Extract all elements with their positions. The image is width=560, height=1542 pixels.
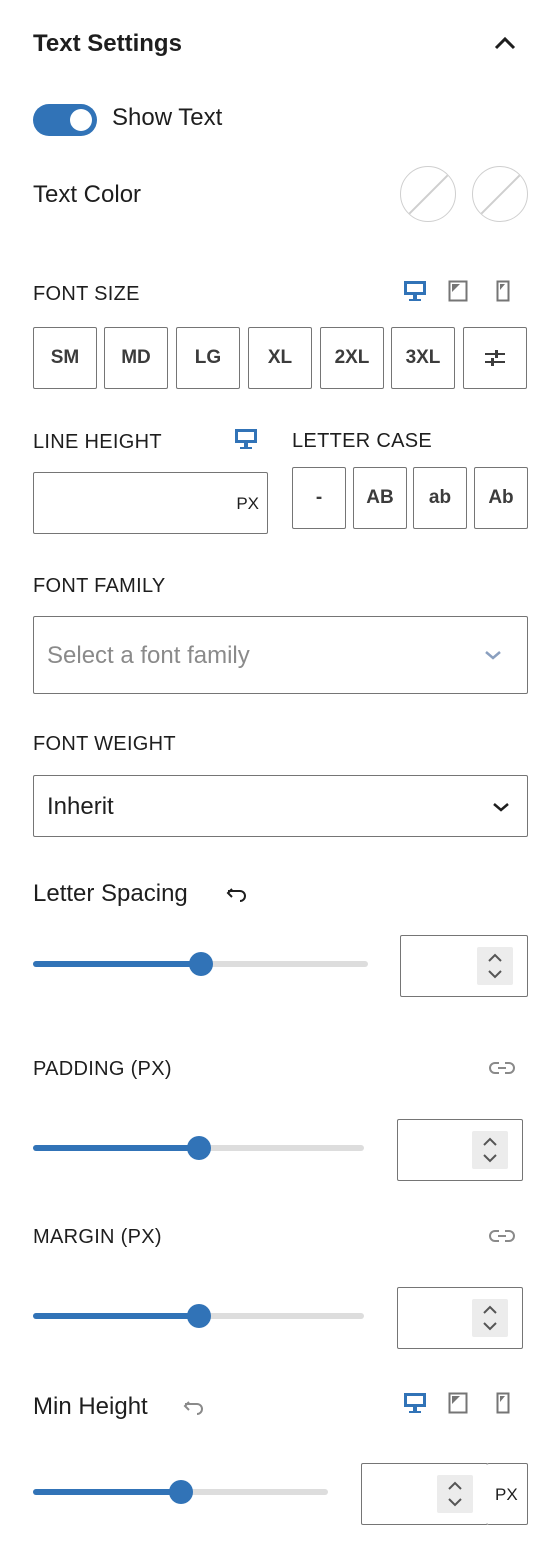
text-hover-color-swatch[interactable] xyxy=(472,166,528,222)
link-icon xyxy=(489,1062,515,1074)
margin-input[interactable] xyxy=(397,1287,523,1349)
min-height-stepper[interactable] xyxy=(437,1475,473,1513)
letter-spacing-fill xyxy=(33,961,201,967)
mobile-icon[interactable] xyxy=(496,280,510,302)
show-text-toggle[interactable] xyxy=(33,104,97,136)
link-padding-button[interactable] xyxy=(488,1058,516,1083)
reset-letter-spacing-button[interactable] xyxy=(226,884,248,909)
min-height-unit: PX xyxy=(495,1485,518,1504)
link-margin-button[interactable] xyxy=(488,1226,516,1251)
padding-thumb[interactable] xyxy=(187,1136,211,1160)
letter-case-label: LETTER CASE xyxy=(292,430,432,452)
mobile-icon[interactable] xyxy=(496,1392,510,1414)
padding-label: PADDING (PX) xyxy=(33,1058,172,1080)
font-size-xl-button[interactable]: XL xyxy=(248,327,312,389)
letter-spacing-thumb[interactable] xyxy=(189,952,213,976)
font-size-sm-button[interactable]: SM xyxy=(33,327,97,389)
letter-spacing-input[interactable] xyxy=(400,935,528,997)
font-weight-label: FONT WEIGHT xyxy=(33,733,176,755)
undo-icon xyxy=(226,888,246,902)
undo-icon xyxy=(183,1401,203,1415)
show-text-label: Show Text xyxy=(112,104,223,131)
custom-font-size-button[interactable] xyxy=(463,327,527,389)
text-color-label: Text Color xyxy=(33,181,142,208)
line-height-input[interactable]: PX xyxy=(33,472,268,534)
font-size-md-button[interactable]: MD xyxy=(104,327,168,389)
panel-title: Text Settings xyxy=(33,30,182,57)
font-family-label: FONT FAMILY xyxy=(33,575,166,597)
font-size-lg-button[interactable]: LG xyxy=(176,327,240,389)
desktop-icon[interactable] xyxy=(403,280,427,302)
font-size-label: FONT SIZE xyxy=(33,283,140,305)
font-size-3xl-button[interactable]: 3XL xyxy=(391,327,455,389)
chevron-down-icon xyxy=(485,651,501,660)
letter-case-upper-button[interactable]: AB xyxy=(353,467,407,529)
min-height-fill xyxy=(33,1489,181,1495)
font-weight-select[interactable]: Inherit xyxy=(33,775,528,837)
reset-min-height-button[interactable] xyxy=(183,1397,205,1422)
stepper-arrows-icon xyxy=(488,953,502,979)
font-family-placeholder: Select a font family xyxy=(47,642,250,669)
chevron-down-icon xyxy=(493,803,509,812)
stepper-arrows-icon xyxy=(483,1137,497,1163)
letter-case-capitalize-button[interactable]: Ab xyxy=(474,467,528,529)
margin-label: MARGIN (PX) xyxy=(33,1226,162,1248)
tablet-icon[interactable] xyxy=(448,280,468,302)
tablet-icon[interactable] xyxy=(448,1392,468,1414)
min-height-label: Min Height xyxy=(33,1393,148,1420)
margin-stepper[interactable] xyxy=(472,1299,508,1337)
toggle-knob xyxy=(70,109,92,131)
desktop-icon[interactable] xyxy=(403,1392,427,1414)
padding-stepper[interactable] xyxy=(472,1131,508,1169)
letter-spacing-stepper[interactable] xyxy=(477,947,513,985)
letter-case-lower-button[interactable]: ab xyxy=(413,467,467,529)
link-icon xyxy=(489,1230,515,1242)
margin-thumb[interactable] xyxy=(187,1304,211,1328)
min-height-thumb[interactable] xyxy=(169,1480,193,1504)
font-family-select[interactable]: Select a font family xyxy=(33,616,528,694)
font-size-2xl-button[interactable]: 2XL xyxy=(320,327,384,389)
collapse-button[interactable] xyxy=(492,32,518,54)
stepper-arrows-icon xyxy=(448,1481,462,1507)
line-height-unit: PX xyxy=(236,494,259,513)
padding-fill xyxy=(33,1145,199,1151)
line-height-label: LINE HEIGHT xyxy=(33,431,162,453)
chevron-up-icon xyxy=(494,36,516,50)
letter-case-none-button[interactable]: - xyxy=(292,467,346,529)
font-weight-value: Inherit xyxy=(47,793,114,820)
min-height-unit-select[interactable]: PX xyxy=(487,1463,528,1525)
stepper-arrows-icon xyxy=(483,1305,497,1331)
sliders-icon xyxy=(485,350,505,366)
text-color-swatch[interactable] xyxy=(400,166,456,222)
min-height-input[interactable] xyxy=(361,1463,488,1525)
padding-input[interactable] xyxy=(397,1119,523,1181)
desktop-icon[interactable] xyxy=(234,428,258,450)
margin-fill xyxy=(33,1313,199,1319)
letter-spacing-label: Letter Spacing xyxy=(33,880,188,907)
